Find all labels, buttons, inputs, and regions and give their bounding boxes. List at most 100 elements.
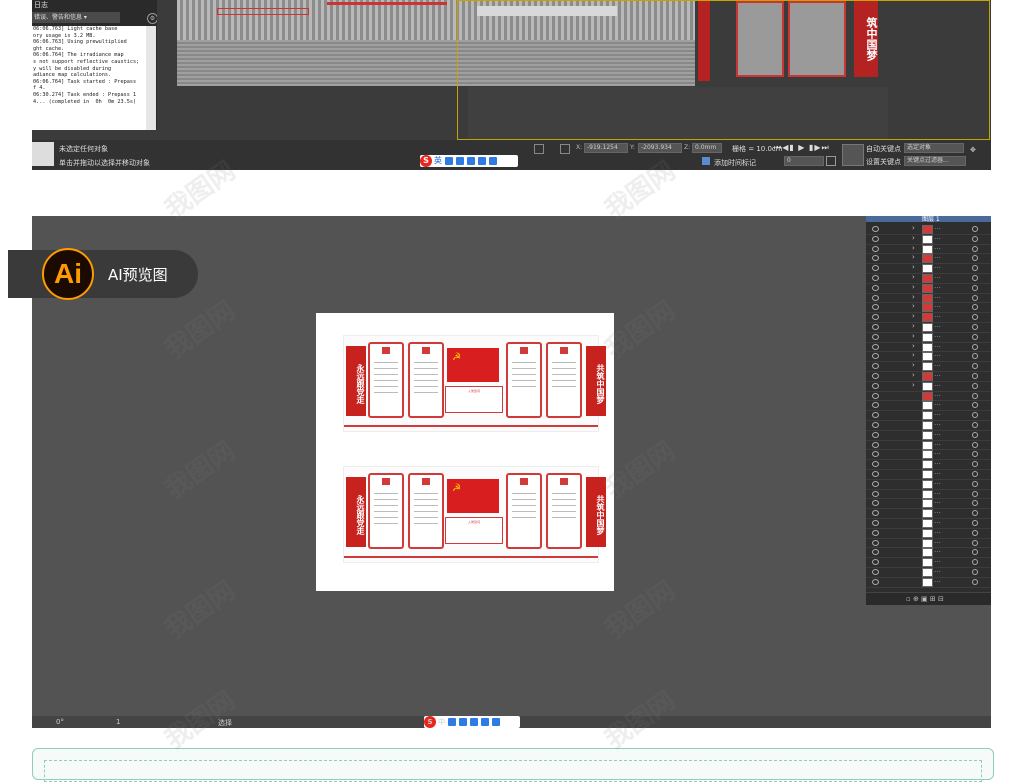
- chevron-right-icon[interactable]: ›: [912, 361, 915, 369]
- target-icon[interactable]: [972, 471, 978, 477]
- chevron-right-icon[interactable]: ›: [912, 244, 915, 252]
- target-icon[interactable]: [972, 382, 978, 389]
- target-icon[interactable]: [972, 265, 978, 272]
- chevron-right-icon[interactable]: ›: [912, 283, 915, 291]
- target-icon[interactable]: [972, 422, 978, 428]
- layer-name[interactable]: 图层 1: [922, 214, 940, 223]
- eye-icon[interactable]: [872, 490, 879, 497]
- log-scrollbar[interactable]: [146, 26, 156, 130]
- chevron-right-icon[interactable]: ›: [912, 224, 915, 232]
- ime-toolbar[interactable]: S中: [424, 716, 520, 728]
- eye-icon[interactable]: [872, 461, 879, 468]
- eye-icon[interactable]: [872, 480, 879, 487]
- page-field[interactable]: 1: [116, 718, 120, 726]
- layer-actions-icons[interactable]: ▫ ⊕ ▣ ⊞ ⊟: [906, 595, 944, 603]
- eye-icon[interactable]: [872, 343, 879, 350]
- chevron-right-icon[interactable]: ›: [912, 302, 915, 310]
- target-icon[interactable]: [972, 549, 978, 556]
- eye-icon[interactable]: [872, 529, 879, 536]
- active-viewport[interactable]: 筑中国梦: [457, 0, 990, 140]
- target-icon[interactable]: [972, 539, 978, 546]
- target-icon[interactable]: [972, 275, 978, 281]
- target-icon[interactable]: [972, 333, 978, 340]
- eye-icon[interactable]: [872, 422, 879, 428]
- eye-icon[interactable]: [872, 500, 879, 507]
- eye-icon[interactable]: [872, 226, 879, 232]
- ime-toolbar[interactable]: S英: [420, 155, 518, 167]
- chevron-right-icon[interactable]: ›: [912, 273, 915, 281]
- eye-icon[interactable]: [872, 441, 879, 448]
- zoom-field[interactable]: 0°: [56, 718, 64, 726]
- eye-icon[interactable]: [872, 304, 879, 311]
- eye-icon[interactable]: [872, 255, 879, 262]
- set-key-button[interactable]: 设置关键点: [866, 157, 901, 167]
- frame-field[interactable]: 0: [784, 156, 824, 166]
- eye-icon[interactable]: [872, 314, 879, 321]
- target-icon[interactable]: [972, 480, 978, 487]
- target-icon[interactable]: [972, 343, 978, 350]
- target-icon[interactable]: [972, 412, 978, 419]
- lock-icon[interactable]: [534, 144, 544, 154]
- eye-icon[interactable]: [872, 510, 879, 517]
- selection-lock-icon[interactable]: [560, 144, 570, 154]
- eye-icon[interactable]: [872, 333, 879, 340]
- eye-icon[interactable]: [872, 275, 879, 281]
- target-icon[interactable]: [972, 520, 978, 526]
- target-icon[interactable]: [972, 441, 978, 448]
- chevron-right-icon[interactable]: ›: [912, 381, 915, 389]
- target-icon[interactable]: [972, 529, 978, 536]
- time-tag-icon[interactable]: [702, 157, 710, 165]
- playback-controls[interactable]: ⏮◀▮ ▶ ▮▶⏭: [774, 143, 830, 153]
- target-icon[interactable]: [972, 431, 978, 438]
- chevron-right-icon[interactable]: ›: [912, 234, 915, 242]
- chevron-right-icon[interactable]: ›: [912, 332, 915, 340]
- eye-icon[interactable]: [872, 569, 879, 575]
- key-mode-icon[interactable]: [842, 144, 864, 166]
- eye-icon[interactable]: [872, 431, 879, 438]
- eye-icon[interactable]: [872, 402, 879, 409]
- target-icon[interactable]: [972, 510, 978, 517]
- target-icon[interactable]: [972, 373, 978, 379]
- coord-z-field[interactable]: 0.0mm: [692, 143, 722, 153]
- eye-icon[interactable]: [872, 235, 879, 242]
- chevron-right-icon[interactable]: ›: [912, 351, 915, 359]
- eye-icon[interactable]: [872, 265, 879, 272]
- eye-icon[interactable]: [872, 363, 879, 370]
- target-icon[interactable]: [972, 245, 978, 252]
- eye-icon[interactable]: [872, 539, 879, 546]
- eye-icon[interactable]: [872, 284, 879, 291]
- eye-icon[interactable]: [872, 382, 879, 389]
- chevron-right-icon[interactable]: ›: [912, 293, 915, 301]
- eye-icon[interactable]: [872, 353, 879, 360]
- chevron-right-icon[interactable]: ›: [912, 263, 915, 271]
- target-icon[interactable]: [972, 255, 978, 262]
- eye-icon[interactable]: [872, 392, 879, 399]
- eye-icon[interactable]: [872, 412, 879, 419]
- tools-icon[interactable]: ✥: [970, 146, 976, 154]
- eye-icon[interactable]: [872, 245, 879, 252]
- target-icon[interactable]: [972, 392, 978, 399]
- target-icon[interactable]: [972, 569, 978, 575]
- target-icon[interactable]: [972, 324, 978, 330]
- target-icon[interactable]: [972, 500, 978, 507]
- coord-y-field[interactable]: -2093.934: [638, 143, 682, 153]
- target-icon[interactable]: [972, 451, 978, 458]
- add-time-tag[interactable]: 添加时间标记: [714, 158, 756, 168]
- chevron-right-icon[interactable]: ›: [912, 322, 915, 330]
- log-filter-dropdown[interactable]: 错误、警告和信息 ▾: [32, 12, 120, 23]
- layers-panel[interactable]: 图层 1 ›… ›… ›… ›… ›… ›… ›… ›… ›… ›… ›… ›… ›… ›… ›… ›… ›………: [866, 214, 991, 605]
- target-icon[interactable]: [972, 314, 978, 321]
- target-icon[interactable]: [972, 226, 978, 232]
- target-icon[interactable]: [972, 490, 978, 497]
- eye-icon[interactable]: [872, 549, 879, 556]
- eye-icon[interactable]: [872, 559, 879, 566]
- eye-icon[interactable]: [872, 471, 879, 477]
- target-icon[interactable]: [972, 363, 978, 370]
- eye-icon[interactable]: [872, 578, 879, 585]
- eye-icon[interactable]: [872, 324, 879, 330]
- chevron-right-icon[interactable]: ›: [912, 312, 915, 320]
- target-icon[interactable]: [972, 284, 978, 291]
- auto-key-button[interactable]: 自动关键点: [866, 144, 901, 154]
- target-icon[interactable]: [972, 235, 978, 242]
- target-icon[interactable]: [972, 304, 978, 311]
